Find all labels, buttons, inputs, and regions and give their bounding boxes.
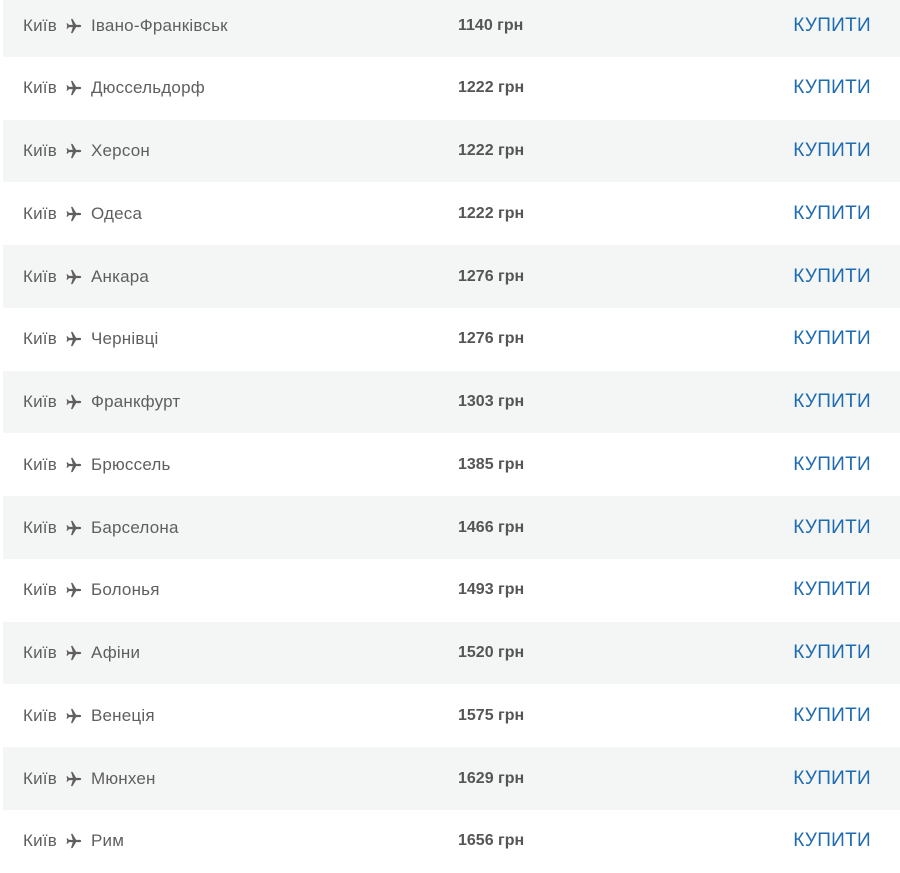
route: Київ Дюссельдорф xyxy=(23,78,205,98)
airplane-icon xyxy=(65,707,83,725)
destination-city: Венеція xyxy=(90,705,155,725)
origin-city: Київ xyxy=(23,517,57,537)
buy-button[interactable]: КУПИТИ xyxy=(793,642,871,664)
route: Київ Афіни xyxy=(23,643,140,663)
buy-button[interactable]: КУПИТИ xyxy=(793,266,871,288)
buy-button[interactable]: КУПИТИ xyxy=(793,517,871,539)
flight-row: Київ Барселона 1466 грн КУПИТИ xyxy=(3,496,900,559)
flight-row: Київ Брюссель 1385 грн КУПИТИ xyxy=(3,433,900,497)
flight-row: Київ Болонья 1493 грн КУПИТИ xyxy=(3,558,900,622)
airplane-icon xyxy=(65,581,83,599)
buy-button[interactable]: КУПИТИ xyxy=(793,454,871,476)
flight-row: Київ Мюнхен 1629 грн КУПИТИ xyxy=(3,747,900,810)
destination-city: Барселона xyxy=(90,517,179,537)
price: 1140 грн xyxy=(458,16,524,34)
flight-row: Київ Чернівці 1276 грн КУПИТИ xyxy=(3,307,900,371)
origin-city: Київ xyxy=(23,705,57,725)
airplane-icon xyxy=(65,519,83,537)
flight-row: Київ Одеса 1222 грн КУПИТИ xyxy=(3,182,900,246)
destination-city: Анкара xyxy=(90,266,150,286)
flight-row: Київ Дюссельдорф 1222 грн КУПИТИ xyxy=(3,56,900,120)
origin-city: Київ xyxy=(23,266,57,286)
origin-city: Київ xyxy=(23,203,57,223)
buy-button[interactable]: КУПИТИ xyxy=(793,140,871,162)
route: Київ Барселона xyxy=(23,518,179,538)
airplane-icon xyxy=(65,205,83,223)
flight-row: Київ Івано-Франківськ 1140 грн КУПИТИ xyxy=(3,0,900,57)
price: 1575 грн xyxy=(458,706,525,724)
buy-button[interactable]: КУПИТИ xyxy=(793,203,871,225)
price: 1222 грн xyxy=(458,79,525,97)
airplane-icon xyxy=(65,644,83,662)
buy-button[interactable]: КУПИТИ xyxy=(793,768,871,790)
destination-city: Херсон xyxy=(90,141,150,160)
destination-city: Мюнхен xyxy=(90,768,156,788)
price: 1222 грн xyxy=(458,142,525,159)
airplane-icon xyxy=(65,456,83,474)
destination-city: Одеса xyxy=(90,203,143,223)
origin-city: Київ xyxy=(23,141,57,160)
origin-city: Київ xyxy=(23,768,57,788)
airplane-icon xyxy=(65,268,83,286)
route: Київ Франкфурт xyxy=(23,392,180,412)
origin-city: Київ xyxy=(23,454,57,474)
price: 1466 грн xyxy=(458,518,525,536)
price: 1629 грн xyxy=(458,769,525,787)
origin-city: Київ xyxy=(23,392,57,411)
buy-button[interactable]: КУПИТИ xyxy=(793,579,871,601)
price: 1520 грн xyxy=(458,644,525,661)
route: Київ Рим xyxy=(23,831,124,851)
flight-row: Київ Рим 1656 грн КУПИТИ xyxy=(3,809,900,873)
destination-city: Афіни xyxy=(90,643,141,662)
airplane-icon xyxy=(65,17,83,35)
flight-row: Київ Афіни 1520 грн КУПИТИ xyxy=(3,621,900,685)
price: 1493 грн xyxy=(458,581,525,599)
destination-city: Дюссельдорф xyxy=(90,78,205,98)
flight-row: Київ Венеція 1575 грн КУПИТИ xyxy=(3,684,900,748)
airplane-icon xyxy=(65,79,83,97)
price: 1303 грн xyxy=(458,393,525,410)
route: Київ Херсон xyxy=(23,141,150,161)
airplane-icon xyxy=(65,142,83,160)
price: 1276 грн xyxy=(458,330,525,348)
price: 1656 грн xyxy=(458,832,525,850)
route: Київ Мюнхен xyxy=(23,769,156,789)
route: Київ Венеція xyxy=(23,706,155,726)
flight-row: Київ Франкфурт 1303 грн КУПИТИ xyxy=(3,370,900,434)
destination-city: Рим xyxy=(90,831,125,851)
flight-row: Київ Анкара 1276 грн КУПИТИ xyxy=(3,245,900,308)
airplane-icon xyxy=(65,832,83,850)
destination-city: Івано-Франківськ xyxy=(90,15,228,35)
buy-button[interactable]: КУПИТИ xyxy=(793,705,871,727)
origin-city: Київ xyxy=(23,78,57,98)
airplane-icon xyxy=(65,393,83,411)
origin-city: Київ xyxy=(23,643,57,662)
route: Київ Анкара xyxy=(23,267,149,287)
flight-row: Київ Херсон 1222 грн КУПИТИ xyxy=(3,119,900,183)
destination-city: Чернівці xyxy=(90,329,159,349)
price: 1222 грн xyxy=(458,204,525,222)
origin-city: Київ xyxy=(23,831,57,851)
origin-city: Київ xyxy=(23,580,57,600)
origin-city: Київ xyxy=(23,15,57,35)
route: Київ Івано-Франківськ xyxy=(23,16,228,36)
airplane-icon xyxy=(65,330,83,348)
destination-city: Франкфурт xyxy=(90,392,181,411)
buy-button[interactable]: КУПИТИ xyxy=(793,15,871,37)
destination-city: Болонья xyxy=(90,580,160,600)
route: Київ Чернівці xyxy=(23,329,159,349)
route: Київ Болонья xyxy=(23,580,160,600)
buy-button[interactable]: КУПИТИ xyxy=(793,830,871,852)
airplane-icon xyxy=(65,770,83,788)
buy-button[interactable]: КУПИТИ xyxy=(793,391,871,413)
route: Київ Брюссель xyxy=(23,455,171,475)
destination-city: Брюссель xyxy=(90,454,171,474)
buy-button[interactable]: КУПИТИ xyxy=(793,328,871,350)
price: 1385 грн xyxy=(458,455,525,473)
route: Київ Одеса xyxy=(23,204,142,224)
buy-button[interactable]: КУПИТИ xyxy=(793,77,871,99)
price: 1276 грн xyxy=(458,267,525,285)
origin-city: Київ xyxy=(23,329,57,349)
